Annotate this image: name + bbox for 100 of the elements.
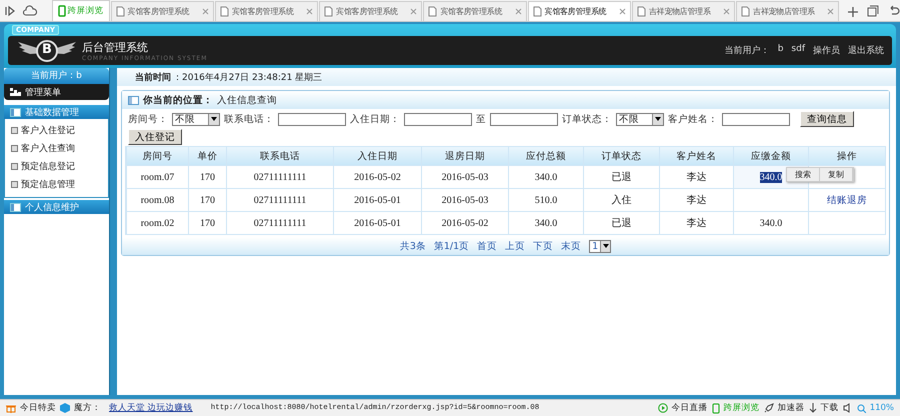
play-icon [658,403,668,413]
menu-section[interactable]: 个人信息维护 [4,200,109,214]
table-cell: 2016-05-02 [354,172,401,182]
table-cell: 2016-05-03 [442,172,488,182]
filter-label: 入住日期： [350,112,400,126]
page-icon [324,6,334,17]
time-label: 当前时间 [135,71,171,84]
menu-item[interactable]: 客户入住登记 [5,121,108,139]
page-icon [741,6,750,17]
filter-dropdown[interactable]: 不限 [172,112,220,126]
close-icon[interactable] [618,8,626,15]
column-header: 客户姓名 [659,147,733,165]
browser-tab[interactable]: 宾馆客房管理系统 [214,1,318,21]
record-count: 共3条 [400,240,426,252]
table-cell: 170 [200,172,215,182]
browser-tab[interactable]: 宾馆客房管理系统 [110,1,214,21]
browser-tab[interactable]: 吉祥宠物店管理系 [736,1,840,21]
table-cell: 340.0 [760,218,782,228]
square-icon [11,180,18,188]
pager-link[interactable]: 末页 [561,240,582,252]
status-text[interactable]: 今日直播 [672,402,708,414]
location-label: 你当前的位置： [143,94,213,106]
table-cell-text: 李达 [686,194,706,207]
cube-icon [60,403,70,413]
page-icon [532,6,542,17]
filter-dropdown[interactable]: 不限 [616,112,664,126]
square-icon [11,144,18,152]
logo-letter: B [42,42,52,56]
search-button[interactable]: 查询信息 [800,111,854,127]
user-role: 操作员 [813,44,840,57]
browser-tab[interactable]: 宾馆客房管理系统 [423,1,527,21]
browser-tab[interactable]: 宾馆客房管理系统 [319,1,422,21]
table-cell: 2016-05-03 [442,194,488,206]
filter-field[interactable] [722,112,790,126]
context-menu-item[interactable]: 复制 [820,168,853,181]
grid-icon [10,88,21,96]
table-cell: 340.0 [534,218,558,228]
column-header: 入住日期 [333,147,421,165]
menu-item[interactable]: 预定信息登记 [5,157,108,175]
panel-icon [10,108,21,116]
table-cell: room.02 [140,218,174,228]
current-user-header: 当前用户：b [4,68,109,84]
checkout-link[interactable]: 结账退房 [827,194,867,206]
table-cell: 02711111111 [254,172,306,182]
promo-link[interactable]: 救人天堂 边玩边赚钱 [109,402,193,414]
filter-field[interactable] [404,112,472,126]
windows-icon[interactable] [867,5,880,17]
column-header: 单价 [188,147,226,165]
page-indicator: 第1/1页 [434,240,470,252]
dropdown-arrow-icon [655,117,661,121]
table-cell: room.07 [140,172,174,182]
table-cell-text: 已退 [612,170,632,184]
pager-link[interactable]: 首页 [477,240,498,252]
close-icon[interactable] [410,8,418,15]
dropdown-arrow-icon [211,117,217,121]
menu-item[interactable]: 预定信息管理 [5,175,108,193]
current-time: ：2016年4月27日 23:48:21 星期三 [173,72,322,84]
new-tab-icon[interactable] [848,7,858,17]
filter-field[interactable] [490,112,558,126]
context-menu-item[interactable]: 搜索 [787,168,820,181]
column-header: 退房日期 [421,147,508,165]
filter-label: 房间号： [128,112,168,126]
rocket-icon [764,403,774,413]
filter-label: 联系电话： [224,112,274,126]
close-icon[interactable] [514,8,522,15]
filter-field[interactable] [278,112,346,126]
browser-tab[interactable]: 吉祥宠物店管理系 [632,1,736,21]
status-text: 魔方： [74,402,101,414]
table-cell: 340.0 [534,172,558,182]
status-text: 今日特卖 [20,402,56,414]
logout-link[interactable]: 退出系统 [848,44,884,57]
filter-label: 订单状态： [562,112,612,126]
system-title: 后台管理系统 [82,40,149,54]
close-icon[interactable] [827,8,834,15]
pager-link[interactable]: 上页 [505,240,526,252]
menu-item[interactable]: 客户入住查询 [5,139,108,157]
close-icon[interactable] [306,8,314,15]
check-in-button[interactable]: 入住登记 [128,129,182,145]
menu-title-text: 管理菜单 [25,86,61,98]
close-icon[interactable] [202,8,209,15]
column-header: 操作 [808,147,885,165]
undo-icon[interactable] [888,5,900,17]
status-text[interactable]: 加速器 [778,402,805,414]
user-id: b [778,44,784,56]
status-text[interactable]: 下载 [820,402,839,414]
table-cell: 2016-05-02 [442,218,488,228]
column-header: 联系电话 [226,147,333,165]
browser-tab[interactable]: 宾馆客房管理系统 [528,1,631,21]
phone-icon [58,5,66,17]
filter-label: 客户姓名： [668,112,718,126]
gift-icon [6,403,16,413]
square-icon [11,126,18,134]
table-cell: 510.0 [534,194,558,206]
column-header: 应缴金额 [733,147,808,165]
page-dropdown[interactable]: 1 [589,240,612,252]
user-label: 当前用户： [724,44,770,57]
table-cell: 170 [200,194,215,206]
close-icon[interactable] [723,8,730,15]
table-cell-text: 已退 [612,216,632,230]
pager-link[interactable]: 下页 [533,240,554,252]
